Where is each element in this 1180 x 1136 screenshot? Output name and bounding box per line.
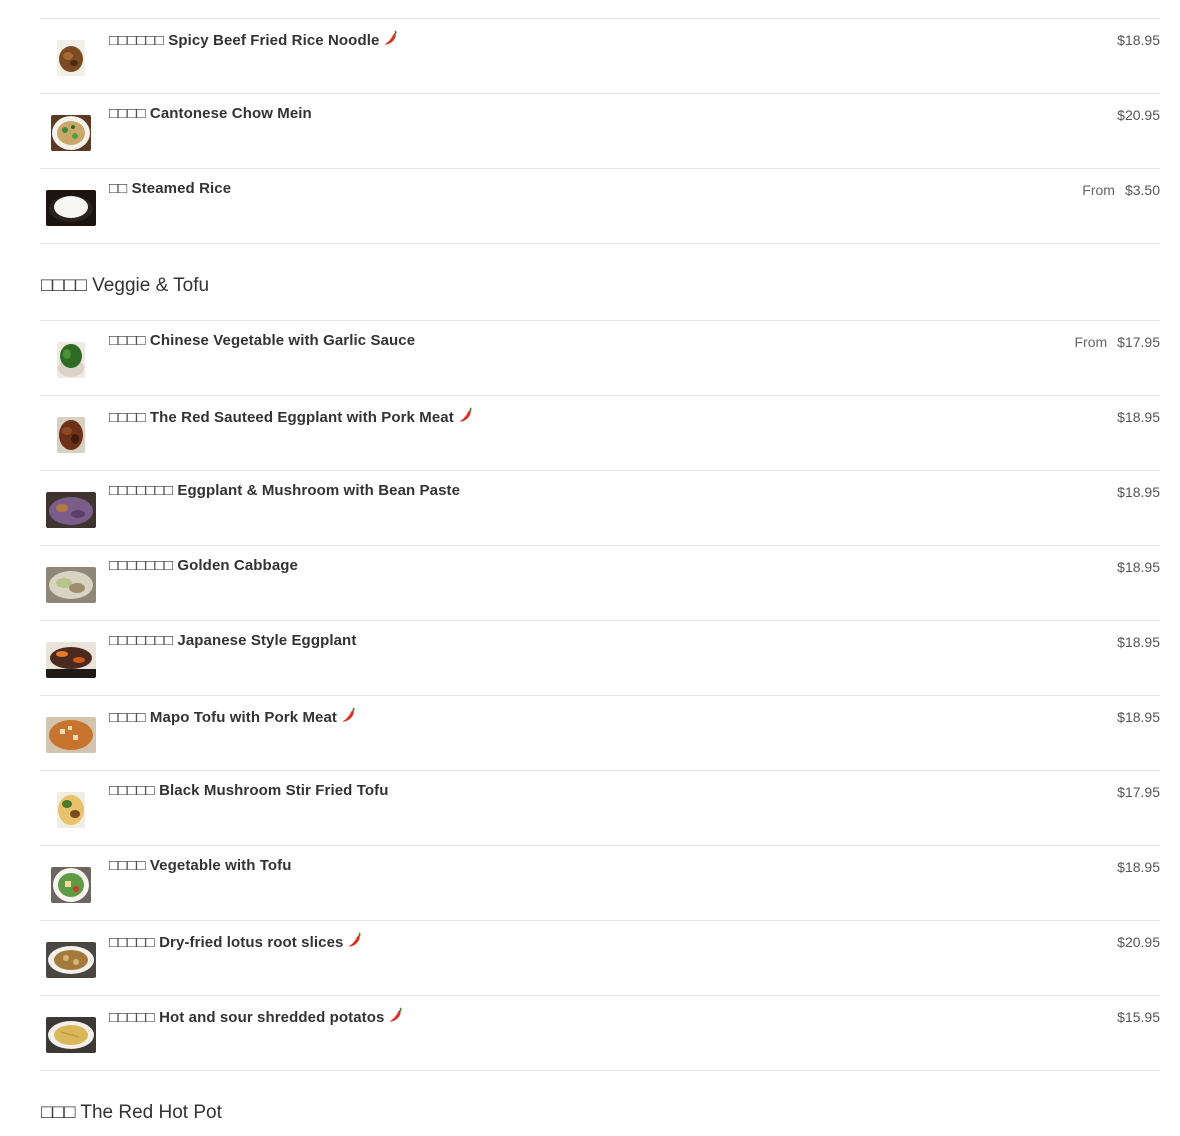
chili-pepper-icon: [342, 707, 355, 722]
menu-item[interactable]: □□□□ Chinese Vegetable with Garlic Sauce…: [40, 320, 1160, 396]
dish-photo: [57, 792, 85, 828]
dish-photo: [46, 717, 96, 753]
price: $18.95: [1117, 709, 1160, 725]
chili-pepper-icon: [385, 30, 397, 45]
price-box: $18.95: [1117, 484, 1160, 500]
price-box: $20.95: [1117, 934, 1160, 950]
dish-name-text: □□□□ Cantonese Chow Mein: [109, 105, 312, 122]
menu-item[interactable]: □□□□ Cantonese Chow Mein $20.95: [40, 94, 1160, 169]
price: $18.95: [1117, 409, 1160, 425]
dish-name-text: □□□□□ Black Mushroom Stir Fried Tofu: [109, 782, 389, 799]
price-box: $17.95: [1117, 784, 1160, 800]
price-box: $18.95: [1117, 709, 1160, 725]
menu-item[interactable]: □□□□□ Dry-fried lotus root slices $20.95: [40, 921, 1160, 996]
dish-name-text: □□□□□□□ Eggplant & Mushroom with Bean Pa…: [109, 482, 461, 499]
dish-photo: [46, 492, 96, 528]
menu-item[interactable]: □□□□ The Red Sauteed Eggplant with Pork …: [40, 396, 1160, 471]
dish-name-text: □□□□ The Red Sauteed Eggplant with Pork …: [109, 409, 454, 426]
dish-photo: [46, 190, 96, 226]
dish-photo: [57, 417, 85, 453]
dish-name: □□□□ Chinese Vegetable with Garlic Sauce: [109, 332, 415, 349]
menu-item[interactable]: □□□□□ Hot and sour shredded potatos $15.9…: [40, 996, 1160, 1071]
price-box: $18.95: [1117, 559, 1160, 575]
dish-name-text: □□□□ Chinese Vegetable with Garlic Sauce: [109, 332, 416, 349]
dish-name: □□□□□ Dry-fried lotus root slices: [109, 932, 363, 951]
dish-name: □□□□□□ Spicy Beef Fried Rice Noodle: [109, 30, 399, 49]
price: $15.95: [1117, 1009, 1160, 1025]
price-box: $18.95: [1117, 32, 1160, 48]
menu-item[interactable]: □□□□ Mapo Tofu with Pork Meat $18.95: [40, 696, 1160, 771]
price-box: From $3.50: [1082, 182, 1160, 198]
dish-photo: [46, 567, 96, 603]
dish-name-text: □□□□□□□ Golden Cabbage: [109, 557, 298, 574]
dish-name: □□□□□□□ Japanese Style Eggplant: [109, 632, 356, 649]
price-from-label: From: [1074, 334, 1108, 350]
dish-name: □□□□□ Hot and sour shredded potatos: [109, 1007, 404, 1026]
price: $17.95: [1117, 334, 1160, 350]
menu-item[interactable]: □□□□□ Black Mushroom Stir Fried Tofu $17.…: [40, 771, 1160, 846]
price: $18.95: [1117, 859, 1160, 875]
dish-name: □□□□ Vegetable with Tofu: [109, 857, 292, 874]
price-box: $18.95: [1117, 634, 1160, 650]
dish-photo: [51, 867, 91, 903]
dish-name: □□□□□□□ Golden Cabbage: [109, 557, 298, 574]
dish-name-text: □□□□ Mapo Tofu with Pork Meat: [109, 709, 338, 726]
dish-photo: [57, 40, 85, 76]
section-title: □□□ The Red Hot Pot: [41, 1102, 222, 1123]
price-box: $15.95: [1117, 1009, 1160, 1025]
price: $18.95: [1117, 32, 1160, 48]
chili-pepper-icon: [459, 407, 472, 422]
dish-name-text: □□□□ Vegetable with Tofu: [109, 857, 292, 874]
menu-item[interactable]: □□ Steamed Rice From $3.50: [40, 169, 1160, 244]
dish-name-text: □□□□□ Dry-fried lotus root slices: [109, 934, 344, 951]
dish-name: □□□□ Mapo Tofu with Pork Meat: [109, 707, 357, 726]
dish-photo: [46, 1017, 96, 1053]
section-heading-veggie-tofu: □□□□ Veggie & Tofu: [40, 244, 1160, 320]
price: $20.95: [1117, 934, 1160, 950]
price-box: $20.95: [1117, 107, 1160, 123]
price: $18.95: [1117, 634, 1160, 650]
price: $3.50: [1124, 182, 1160, 198]
price: $18.95: [1117, 484, 1160, 500]
menu-item[interactable]: □□□□□□□ Japanese Style Eggplant $18.95: [40, 621, 1160, 696]
menu-item[interactable]: □□□□ Vegetable with Tofu $18.95: [40, 846, 1160, 921]
dish-name: □□□□ The Red Sauteed Eggplant with Pork …: [109, 407, 474, 426]
dish-name-text: □□□□□ Hot and sour shredded potatos: [109, 1009, 385, 1026]
menu-item-partial[interactable]: [40, 0, 1160, 19]
dish-name: □□□□□□□ Eggplant & Mushroom with Bean Pa…: [109, 482, 460, 499]
dish-photo: [51, 115, 91, 151]
section-title: □□□□ Veggie & Tofu: [41, 275, 210, 296]
dish-photo: [46, 642, 96, 678]
menu-item[interactable]: □□□□□□□ Eggplant & Mushroom with Bean Pa…: [40, 471, 1160, 546]
chili-pepper-icon: [390, 1007, 403, 1022]
price-box: $18.95: [1117, 409, 1160, 425]
menu-list: □□□□□□ Spicy Beef Fried Rice Noodle $18.9…: [40, 0, 1160, 1136]
menu-page: □□□□□□ Spicy Beef Fried Rice Noodle $18.9…: [0, 0, 1180, 1136]
section-heading-red-hot-pot: □□□ The Red Hot Pot: [40, 1071, 1160, 1136]
dish-name: □□□□□ Black Mushroom Stir Fried Tofu: [109, 782, 388, 799]
dish-name: □□□□ Cantonese Chow Mein: [109, 105, 312, 122]
price: $20.95: [1117, 107, 1160, 123]
price-box: From $17.95: [1075, 334, 1161, 350]
dish-name-text: □□ Steamed Rice: [109, 180, 232, 197]
dish-photo: [57, 342, 85, 378]
menu-item[interactable]: □□□□□□ Spicy Beef Fried Rice Noodle $18.9…: [40, 19, 1160, 94]
dish-photo: [46, 942, 96, 978]
dish-name: □□ Steamed Rice: [109, 180, 231, 197]
dish-name-text: □□□□□□□ Japanese Style Eggplant: [109, 632, 357, 649]
price-from-label: From: [1082, 182, 1115, 198]
menu-item[interactable]: □□□□□□□ Golden Cabbage $18.95: [40, 546, 1160, 621]
price: $17.95: [1117, 784, 1160, 800]
dish-name-text: □□□□□□ Spicy Beef Fried Rice Noodle: [109, 32, 380, 49]
price: $18.95: [1117, 559, 1160, 575]
price-box: $18.95: [1117, 859, 1160, 875]
chili-pepper-icon: [349, 932, 362, 947]
